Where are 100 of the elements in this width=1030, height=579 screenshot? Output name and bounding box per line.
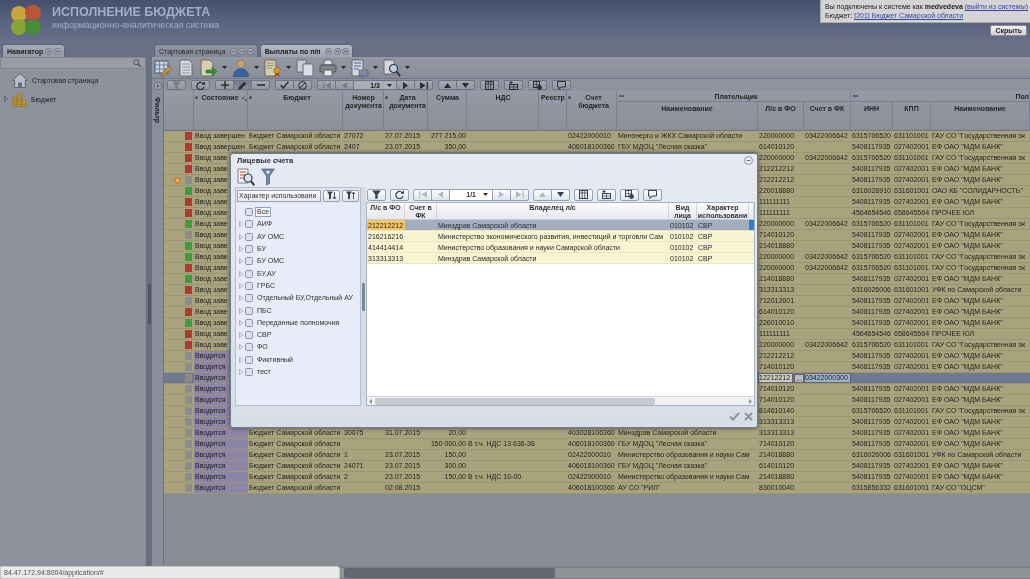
report-icon[interactable] — [351, 58, 369, 77]
filter-button[interactable] — [367, 188, 386, 201]
circle-icon[interactable] — [333, 47, 341, 55]
next-page-button[interactable] — [396, 80, 415, 90]
circle-icon[interactable] — [325, 47, 333, 55]
refresh-button[interactable] — [191, 80, 210, 90]
document-arrow-icon[interactable] — [200, 58, 218, 77]
table-edit-icon[interactable] — [154, 58, 172, 77]
right-arrow-icon[interactable] — [749, 398, 752, 404]
circle-icon[interactable] — [54, 47, 62, 55]
checkbox[interactable] — [245, 318, 253, 327]
checkbox[interactable] — [245, 343, 253, 352]
edit-button[interactable] — [233, 80, 252, 90]
checkbox[interactable] — [245, 331, 253, 340]
add-row-button[interactable] — [504, 80, 523, 90]
check-icon — [280, 81, 289, 89]
checkbox[interactable] — [245, 306, 253, 315]
checkbox[interactable] — [245, 281, 253, 290]
sort-button[interactable] — [342, 189, 359, 202]
logo-icon — [8, 3, 44, 37]
move-down-button[interactable] — [456, 80, 475, 90]
confirm-button[interactable] — [275, 80, 294, 90]
comment-button[interactable] — [643, 188, 662, 201]
add-row-button[interactable] — [597, 188, 616, 201]
caret-icon[interactable] — [341, 66, 346, 69]
caret-icon[interactable] — [387, 83, 392, 87]
certificate-icon[interactable] — [264, 58, 282, 77]
check-icon[interactable] — [729, 412, 740, 421]
columns-button[interactable] — [480, 80, 499, 90]
expand-arrow-icon[interactable] — [3, 96, 8, 102]
caret-icon[interactable] — [286, 66, 291, 69]
cancel-button[interactable] — [293, 80, 312, 90]
expand-arrow-icon[interactable] — [238, 246, 243, 253]
add-button[interactable] — [215, 80, 234, 90]
circle-icon[interactable] — [229, 47, 237, 55]
previous-icon — [342, 81, 347, 89]
expand-arrow-icon[interactable] — [238, 233, 243, 240]
move-up-button[interactable] — [438, 80, 457, 90]
scrollbar-thumb[interactable] — [375, 397, 655, 405]
sort-button[interactable] — [323, 189, 340, 202]
expand-arrow-icon[interactable] — [238, 356, 243, 363]
splitter-handle[interactable] — [362, 282, 365, 311]
horizontal-scrollbar[interactable] — [340, 568, 1030, 578]
circle-icon[interactable] — [45, 47, 53, 55]
remove-button[interactable] — [251, 80, 270, 90]
document-search-icon[interactable] — [237, 167, 255, 186]
checkbox[interactable] — [245, 208, 253, 217]
scrollbar-thumb[interactable] — [344, 568, 555, 578]
horizontal-scrollbar[interactable] — [367, 396, 754, 405]
expand-arrow-icon[interactable] — [238, 332, 243, 339]
circle-icon[interactable] — [246, 47, 254, 55]
collapse-icon[interactable] — [744, 155, 753, 165]
document-search-icon[interactable] — [383, 58, 401, 77]
caret-icon[interactable] — [405, 66, 410, 69]
expand-arrow-icon[interactable] — [238, 319, 243, 326]
expand-arrow-icon[interactable] — [238, 295, 243, 302]
checkbox[interactable] — [245, 368, 253, 376]
left-arrow-icon[interactable] — [369, 398, 372, 404]
checkbox[interactable] — [245, 232, 253, 241]
last-page-button[interactable] — [414, 80, 433, 90]
app-title: ИСПОЛНЕНИЕ БЮДЖЕТА — [52, 5, 211, 20]
person-icon[interactable] — [232, 58, 250, 77]
arrow-circle-icon[interactable] — [153, 82, 162, 90]
move-down-button[interactable] — [551, 188, 570, 201]
caret-icon[interactable] — [373, 66, 378, 69]
circle-icon[interactable] — [342, 47, 350, 55]
expand-arrow-icon[interactable] — [238, 369, 243, 375]
expand-arrow-icon[interactable] — [238, 307, 243, 314]
funnel-arrow-icon — [346, 191, 355, 200]
copy-icon[interactable] — [296, 58, 314, 77]
settings-button[interactable] — [620, 188, 639, 201]
checkbox[interactable] — [245, 269, 253, 278]
sort-icon[interactable] — [242, 96, 247, 102]
caret-icon[interactable] — [222, 66, 227, 69]
refresh-button[interactable] — [390, 188, 409, 201]
columns-button[interactable] — [574, 188, 593, 201]
expand-arrow-icon[interactable] — [238, 344, 243, 351]
funnel-icon[interactable] — [261, 168, 275, 185]
splitter[interactable] — [147, 42, 152, 566]
expand-arrow-icon[interactable] — [238, 270, 243, 277]
checkbox[interactable] — [245, 355, 253, 364]
circle-icon[interactable] — [238, 47, 246, 55]
checkbox[interactable] — [245, 294, 253, 303]
checkbox[interactable] — [245, 245, 253, 254]
up-arrow-icon — [444, 82, 451, 88]
splitter-handle[interactable] — [148, 284, 151, 324]
printer-icon[interactable] — [319, 58, 337, 77]
expand-arrow-icon[interactable] — [238, 258, 243, 265]
checkbox[interactable] — [245, 220, 253, 229]
document-icon[interactable] — [177, 58, 195, 77]
caret-icon[interactable] — [254, 66, 259, 69]
checkbox[interactable] — [245, 257, 253, 266]
comment-button[interactable] — [552, 80, 571, 90]
close-icon[interactable] — [744, 412, 753, 421]
cancel-icon — [298, 80, 307, 90]
expand-arrow-icon[interactable] — [238, 282, 243, 289]
expand-arrow-icon[interactable] — [238, 221, 243, 228]
settings-button[interactable] — [528, 80, 547, 90]
last-page-icon — [515, 191, 524, 198]
search-field[interactable] — [0, 57, 146, 69]
